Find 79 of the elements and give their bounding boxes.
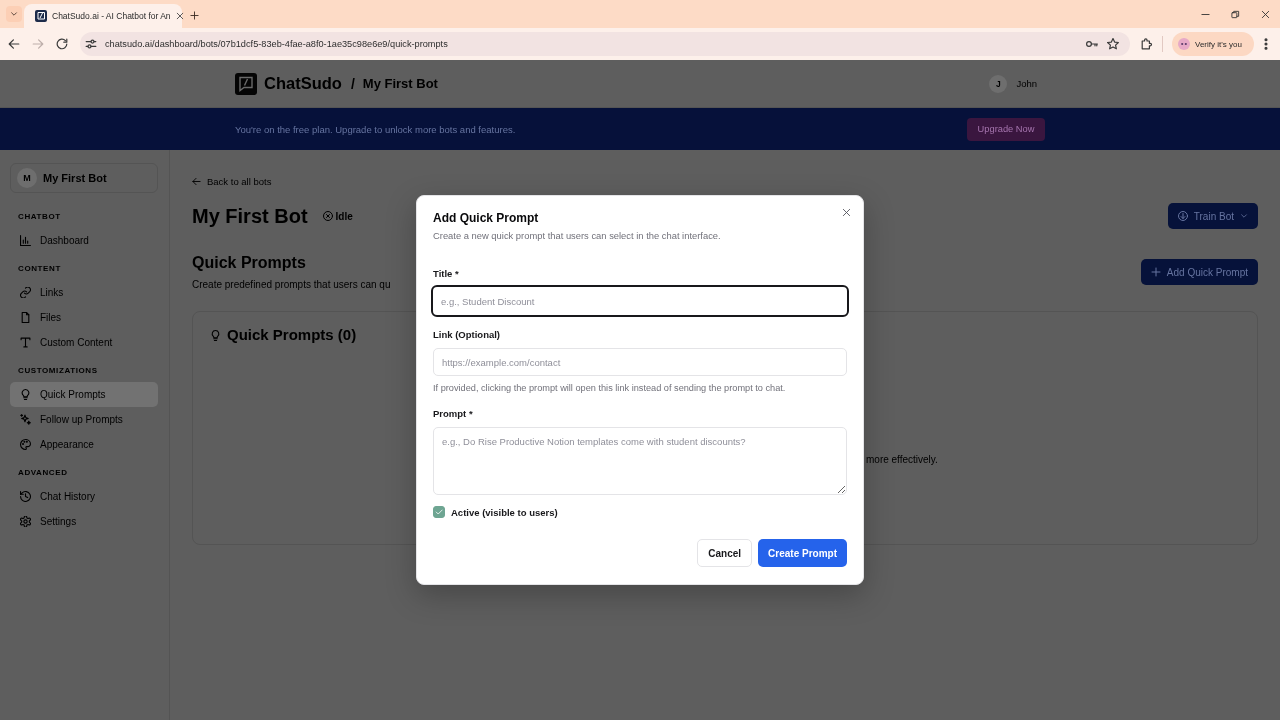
- sidebar-item[interactable]: Appearance: [10, 432, 158, 457]
- upgrade-button[interactable]: Upgrade Now: [967, 117, 1045, 141]
- sidebar-item[interactable]: Custom Content: [10, 330, 158, 355]
- close-icon[interactable]: [842, 208, 851, 217]
- sliders-icon[interactable]: [85, 38, 97, 50]
- link-input[interactable]: https://example.com/contact: [433, 348, 847, 376]
- checkmark-icon: [435, 508, 443, 516]
- section-title: Quick Prompts: [192, 253, 307, 273]
- banner-message: You're on the free plan. Upgrade to unlock more bots and features.: [235, 123, 516, 135]
- cancel-button[interactable]: Cancel: [697, 539, 753, 567]
- breadcrumb-separator: /: [350, 75, 355, 92]
- palette-icon: [20, 439, 31, 450]
- back-link[interactable]: Back to all bots: [192, 175, 272, 188]
- dialog-subtitle: Create a new quick prompt that users can select in the chat interface.: [433, 230, 722, 242]
- bot-card[interactable]: M My First Bot: [10, 163, 158, 193]
- section-subtitle: Create predefined prompts that users can qu: [192, 278, 391, 291]
- chevron-down-icon: [10, 10, 18, 18]
- active-checkbox[interactable]: [433, 506, 445, 518]
- address-bar[interactable]: chatsudo.ai/dashboard/bots/07b1dcf5-83eb-4fae-a8f0-1ae35c98e6e9/quick-prompts: [80, 32, 1130, 56]
- plus-icon[interactable]: [190, 11, 199, 20]
- field-label: Prompt *: [433, 408, 474, 420]
- card-title: Quick Prompts (0): [227, 325, 357, 345]
- bot-name: My First Bot: [43, 172, 107, 184]
- favicon-icon: [35, 10, 47, 22]
- lightbulb-icon: [210, 328, 221, 342]
- sidebar-item[interactable]: Settings: [10, 509, 158, 534]
- reload-icon[interactable]: [56, 38, 68, 50]
- x-circle-icon: [322, 211, 333, 221]
- profile-button[interactable]: Verify it's you: [1172, 32, 1254, 56]
- browser-tab[interactable]: ChatSudo.ai - AI Chatbot for An: [24, 4, 182, 28]
- status-label: Idle: [335, 210, 353, 222]
- sidebar-item[interactable]: Files: [10, 305, 158, 330]
- user-avatar[interactable]: J: [989, 74, 1008, 93]
- user-name: John: [1016, 78, 1037, 89]
- close-icon[interactable]: [175, 12, 184, 20]
- checkbox-label: Active (visible to users): [451, 506, 558, 518]
- text-icon: [20, 337, 31, 348]
- field-label: Title *: [433, 268, 460, 280]
- sidebar-item[interactable]: Quick Prompts: [10, 382, 158, 407]
- empty-state-text: more effectively.: [866, 454, 938, 466]
- help-text: If provided, clicking the prompt will open this link instead of sending the prompt to chat.: [433, 382, 787, 394]
- header-bot-name: My First Bot: [362, 76, 438, 91]
- section-heading: CONTENT: [17, 263, 62, 275]
- add-quick-prompt-button[interactable]: Add Quick Prompt: [1140, 259, 1258, 285]
- field-label: Link (Optional): [433, 329, 502, 341]
- title-input[interactable]: e.g., Student Discount: [431, 285, 849, 317]
- prompt-textarea[interactable]: e.g., Do Rise Productive Notion templates come with student discounts?: [433, 427, 847, 495]
- puzzle-icon[interactable]: [1141, 38, 1153, 50]
- logo-icon: [235, 72, 257, 95]
- section-heading: CUSTOMIZATIONS: [17, 365, 99, 377]
- section-heading: ADVANCED: [17, 467, 69, 479]
- back-arrow-icon[interactable]: [8, 38, 20, 50]
- bar-chart-icon: [20, 235, 31, 246]
- plus-icon: [1150, 267, 1161, 277]
- sidebar-item[interactable]: Follow up Prompts: [10, 407, 158, 432]
- history-icon: [20, 491, 31, 502]
- lightbulb-icon: [20, 389, 31, 400]
- restore-icon: [1230, 9, 1240, 19]
- close-icon: [1260, 9, 1270, 19]
- sidebar-item[interactable]: Links: [10, 280, 158, 305]
- sidebar-item[interactable]: Dashboard: [10, 228, 158, 253]
- link-icon: [20, 287, 31, 298]
- section-heading: CHATBOT: [17, 211, 62, 223]
- chevron-down-icon: [1240, 212, 1248, 220]
- bot-avatar: M: [17, 168, 37, 188]
- star-icon[interactable]: [1107, 38, 1119, 50]
- file-icon: [20, 312, 31, 323]
- arrow-down-circle-icon: [1177, 211, 1188, 221]
- settings-icon: [20, 516, 31, 527]
- train-bot-button[interactable]: Train Bot: [1167, 203, 1258, 229]
- page-title: My First Bot: [192, 204, 308, 229]
- brand-name: ChatSudo: [264, 74, 342, 93]
- avatar-icon: [1178, 38, 1190, 50]
- sparkles-icon: [20, 414, 31, 425]
- sidebar-item[interactable]: Chat History: [10, 484, 158, 509]
- dialog-title: Add Quick Prompt: [433, 210, 540, 226]
- arrow-left-icon: [192, 177, 201, 186]
- create-prompt-button[interactable]: Create Prompt: [758, 539, 847, 567]
- key-icon[interactable]: [1086, 38, 1098, 50]
